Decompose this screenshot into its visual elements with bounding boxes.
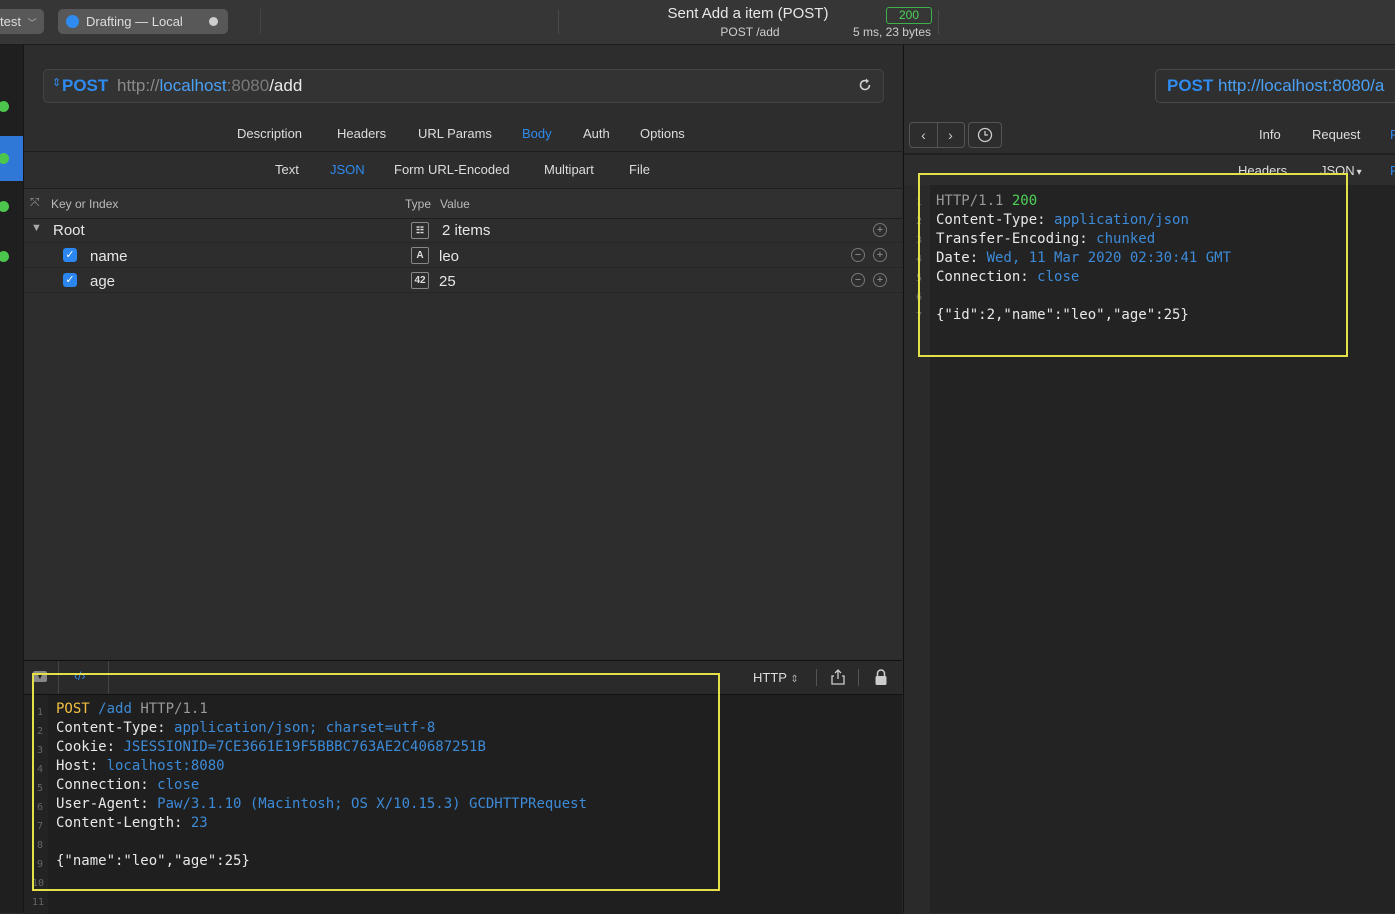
status-dot-icon[interactable] xyxy=(0,201,9,212)
row-value[interactable]: leo xyxy=(439,248,459,265)
string-type-icon[interactable]: A xyxy=(411,247,429,264)
column-key-header: Key or Index xyxy=(51,197,119,211)
url-input[interactable]: http://localhost:8080/add xyxy=(117,76,302,96)
back-arrow-icon[interactable]: ‹ xyxy=(910,123,938,147)
line-number: 11 xyxy=(32,897,45,908)
raw-request-pane: ▼ ‹/› HTTP ⇕ 1 2 3 4 5 6 7 8 9 10 11 POS… xyxy=(24,660,902,914)
url-scheme: http:// xyxy=(117,76,160,95)
share-icon[interactable] xyxy=(830,668,846,686)
response-header-area: POST http://localhost:8080/a ‹ › Info Re… xyxy=(904,45,1395,153)
format-label: HTTP xyxy=(753,670,787,685)
format-selector[interactable]: HTTP ⇕ xyxy=(753,670,799,685)
stepper-icon: ⇕ xyxy=(790,674,799,685)
history-nav: ‹ › xyxy=(909,122,965,148)
clock-icon xyxy=(977,127,993,143)
tab-headers[interactable]: Headers xyxy=(337,126,386,141)
response-url-bar[interactable]: POST http://localhost:8080/a xyxy=(1155,69,1395,103)
window-title: Sent Add a item (POST) xyxy=(667,5,829,22)
tab-file[interactable]: File xyxy=(629,162,650,177)
chevron-down-icon: ▾ xyxy=(1356,167,1362,178)
request-editor: ⇕ POST http://localhost:8080/add Descrip… xyxy=(24,45,902,659)
tab-form-url-encoded[interactable]: Form URL-Encoded xyxy=(394,162,510,177)
table-row[interactable]: ▼ Root ☷ 2 items + xyxy=(24,218,902,243)
response-pane: POST http://localhost:8080/a ‹ › Info Re… xyxy=(903,45,1395,913)
table-row[interactable]: ✓ name A leo − + xyxy=(24,243,902,268)
status-dot-icon[interactable] xyxy=(0,101,9,112)
column-type-header: Type xyxy=(405,197,432,211)
tab-auth[interactable]: Auth xyxy=(583,126,610,141)
tab-response-partial[interactable]: R xyxy=(1390,127,1395,142)
tab-description[interactable]: Description xyxy=(237,126,302,141)
row-key[interactable]: age xyxy=(90,273,115,290)
disclosure-triangle-icon[interactable]: ▼ xyxy=(31,222,42,234)
project-menu-label: test xyxy=(0,14,21,29)
tab-text[interactable]: Text xyxy=(275,162,299,177)
record-icon[interactable] xyxy=(209,17,218,26)
number-type-icon[interactable]: 42 xyxy=(411,272,429,289)
column-value-header: Value xyxy=(440,197,470,211)
history-button[interactable] xyxy=(968,122,1002,148)
url-port: :8080 xyxy=(226,76,270,95)
divider xyxy=(858,669,859,686)
root-key: Root xyxy=(53,222,85,239)
body-format-tabs: Text JSON Form URL-Encoded Multipart Fil… xyxy=(24,162,902,182)
method-stepper-icon[interactable]: ⇕ xyxy=(52,76,61,89)
table-header: ⤧ Key or Index Type Value xyxy=(24,188,902,219)
collapse-all-icon[interactable]: ⤧ xyxy=(30,195,40,210)
divider xyxy=(24,151,902,152)
divider xyxy=(938,10,939,34)
root-value: 2 items xyxy=(442,222,491,239)
list-type-icon[interactable]: ☷ xyxy=(411,222,429,239)
enabled-checkbox[interactable]: ✓ xyxy=(63,273,77,287)
status-dot-icon[interactable] xyxy=(0,251,9,262)
divider xyxy=(558,10,559,34)
url-path: /add xyxy=(269,76,303,95)
window-subtitle: POST /add xyxy=(720,25,780,39)
globe-icon xyxy=(66,15,79,28)
refresh-icon[interactable] xyxy=(857,77,873,93)
tab-body[interactable]: Body xyxy=(522,126,552,141)
url-host: localhost xyxy=(159,76,227,95)
remove-icon[interactable]: − xyxy=(851,248,865,262)
status-badge: 200 xyxy=(886,7,932,24)
timing-label: 5 ms, 23 bytes xyxy=(852,25,931,39)
add-icon[interactable]: + xyxy=(873,273,887,287)
request-tabs: Description Headers URL Params Body Auth… xyxy=(24,126,902,146)
enabled-checkbox[interactable]: ✓ xyxy=(63,248,77,262)
forward-arrow-icon[interactable]: › xyxy=(937,123,964,147)
table-row[interactable]: ✓ age 42 25 − + xyxy=(24,268,902,293)
row-key[interactable]: name xyxy=(90,248,128,265)
chevron-down-icon: ﹀ xyxy=(27,18,37,28)
tab-info[interactable]: Info xyxy=(1259,127,1281,142)
divider xyxy=(260,9,261,34)
method-selector[interactable]: POST xyxy=(62,76,108,96)
response-url: http://localhost:8080/a xyxy=(1218,76,1385,95)
highlight-box xyxy=(32,673,720,891)
lock-icon[interactable] xyxy=(874,669,888,686)
status-dot-icon xyxy=(0,153,9,164)
tab-url-params[interactable]: URL Params xyxy=(418,126,492,141)
title-bar: test ﹀ Drafting — Local Sent Add a item … xyxy=(0,0,1395,45)
tab-partial[interactable]: F xyxy=(1390,163,1395,178)
tab-multipart[interactable]: Multipart xyxy=(544,162,594,177)
highlight-box xyxy=(918,173,1348,357)
url-bar[interactable]: ⇕ POST http://localhost:8080/add xyxy=(43,69,884,103)
request-list-sidebar xyxy=(0,45,24,913)
environment-selector[interactable]: Drafting — Local xyxy=(58,9,261,34)
row-value[interactable]: 25 xyxy=(439,273,456,290)
remove-icon[interactable]: − xyxy=(851,273,865,287)
tab-json[interactable]: JSON xyxy=(330,162,365,177)
tab-options[interactable]: Options xyxy=(640,126,685,141)
project-menu[interactable]: test ﹀ xyxy=(0,9,44,34)
add-icon[interactable]: + xyxy=(873,223,887,237)
divider xyxy=(816,669,817,686)
response-method: POST xyxy=(1167,76,1214,95)
tab-request[interactable]: Request xyxy=(1312,127,1360,142)
add-icon[interactable]: + xyxy=(873,248,887,262)
environment-label: Drafting — Local xyxy=(86,14,183,29)
selected-request-item[interactable] xyxy=(0,136,23,181)
